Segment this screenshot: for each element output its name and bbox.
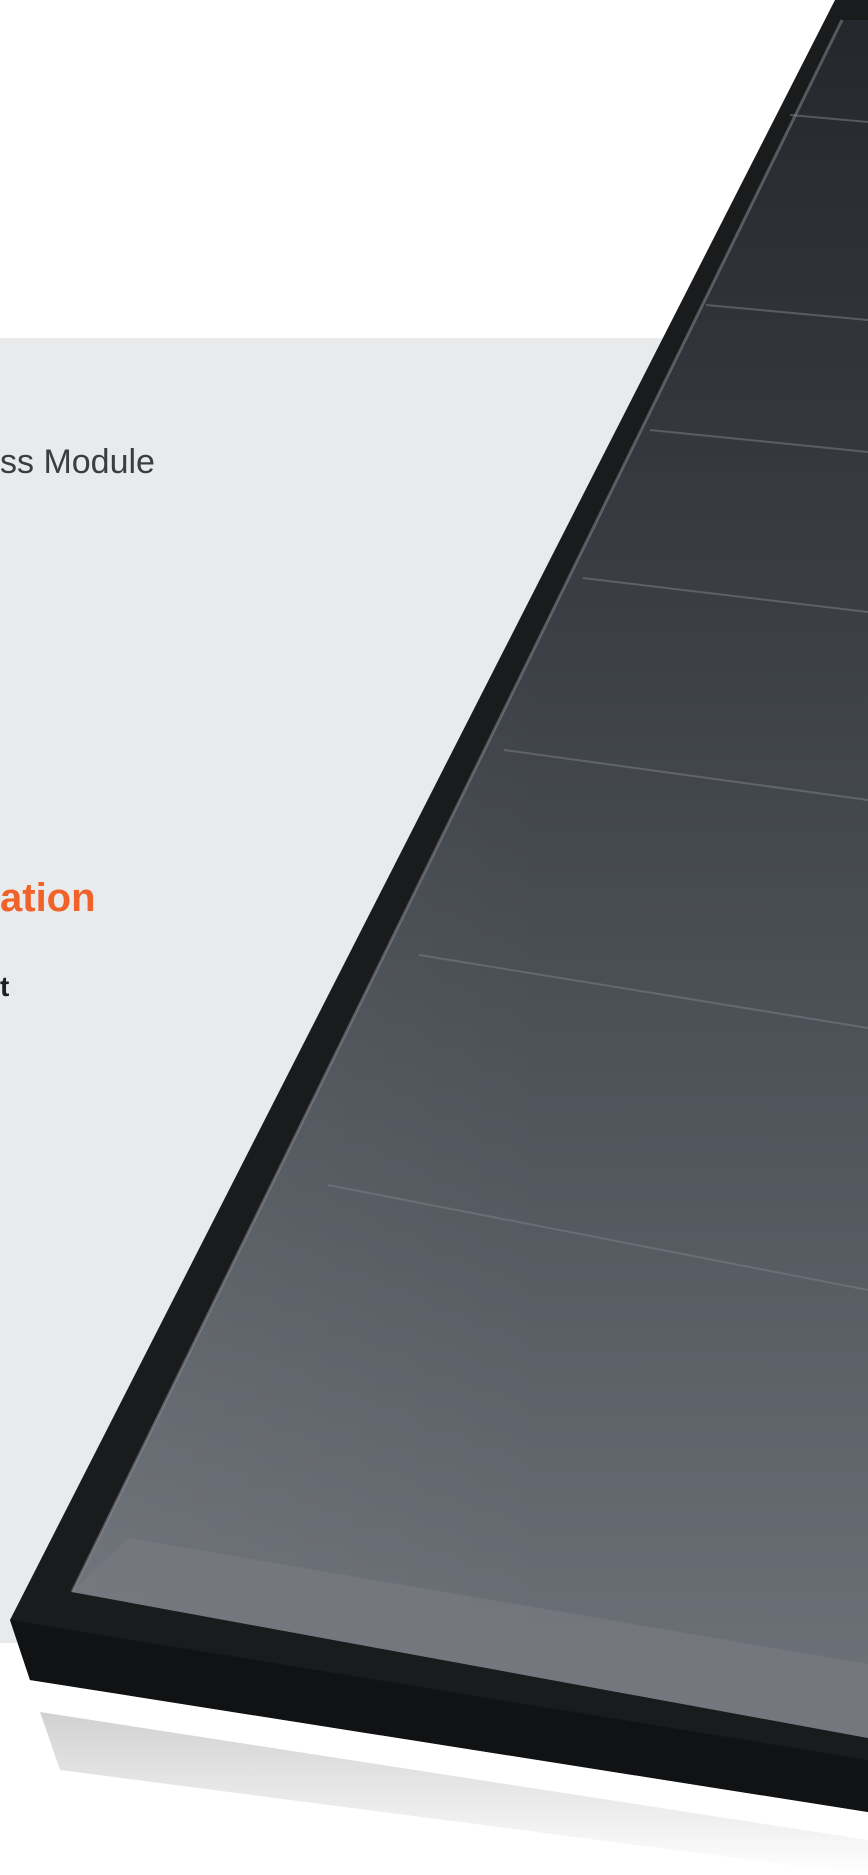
solar-panel-icon [10, 0, 868, 1875]
panel-sheen [72, 20, 868, 1738]
